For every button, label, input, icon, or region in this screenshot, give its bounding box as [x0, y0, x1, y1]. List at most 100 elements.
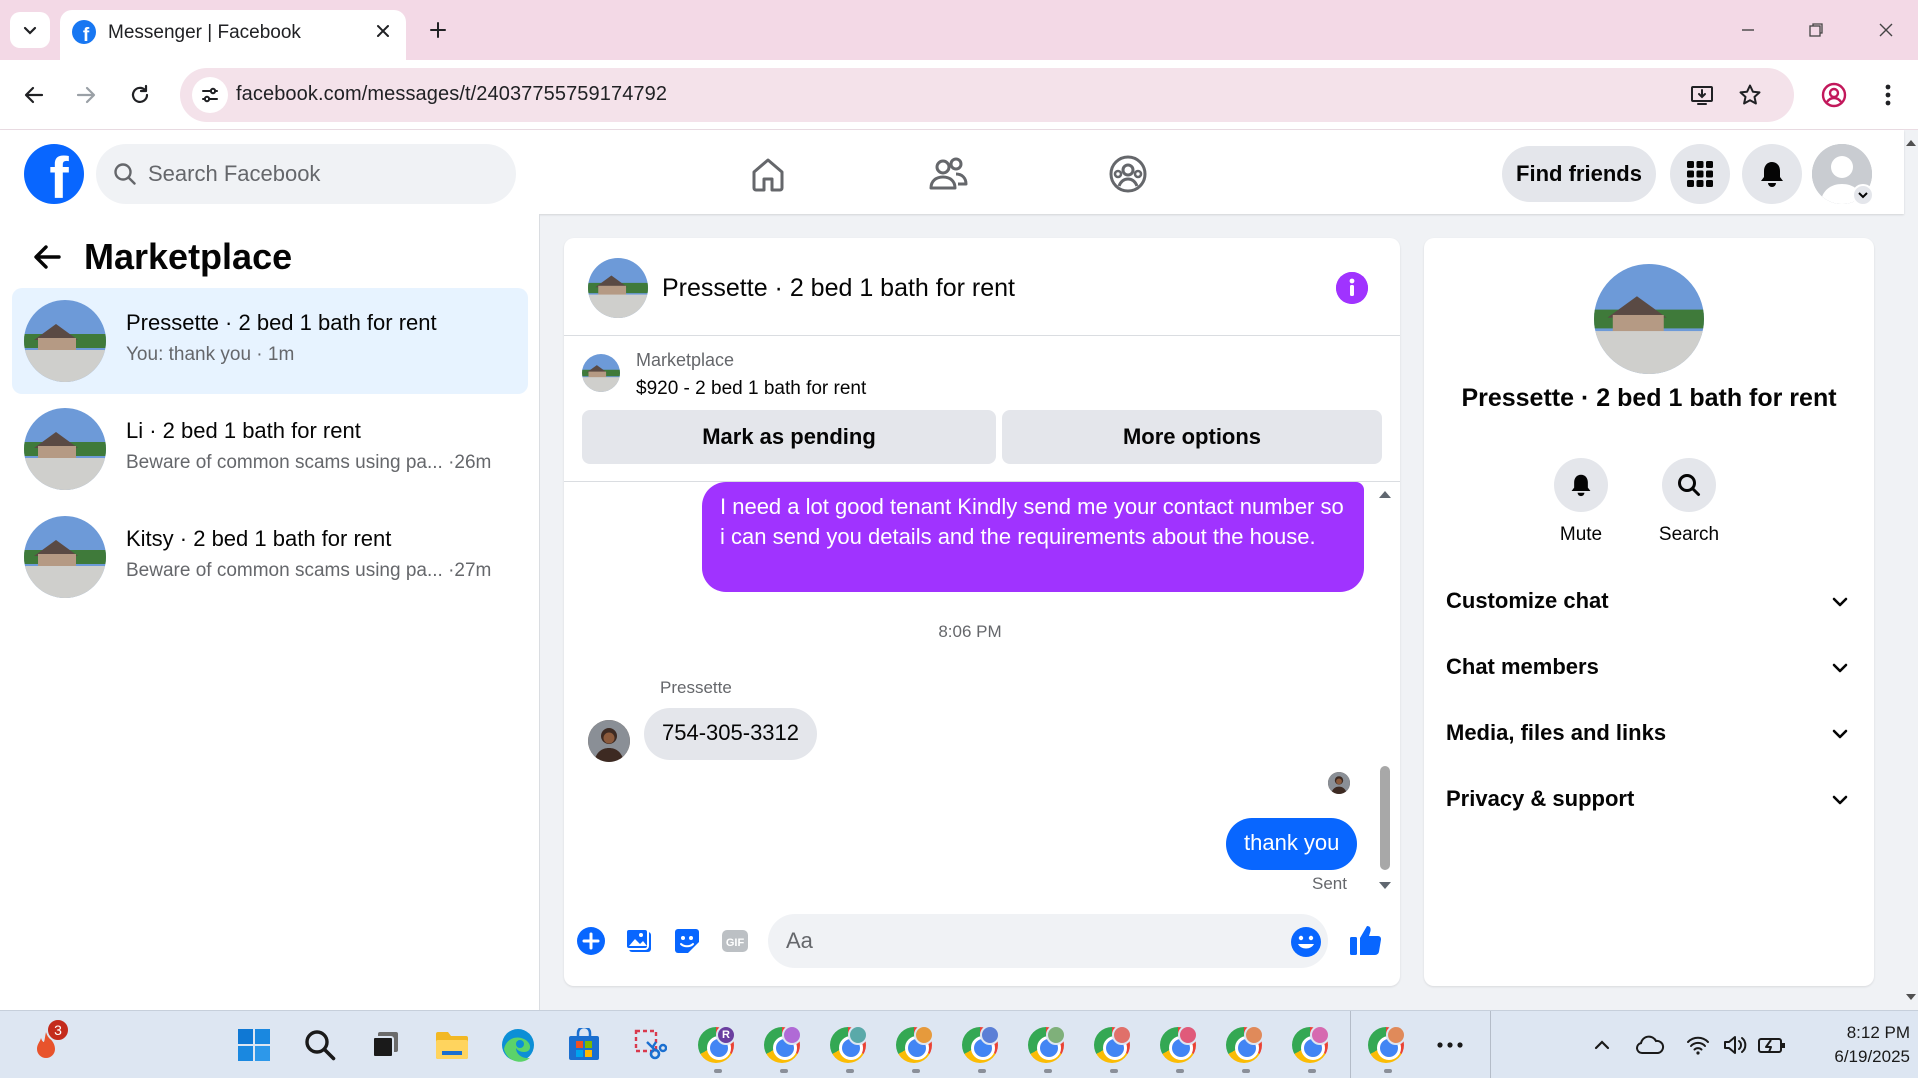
scroll-up-icon[interactable]: [1378, 488, 1392, 500]
page-scroll-up-icon[interactable]: [1904, 136, 1918, 150]
emoji-icon[interactable]: [1290, 926, 1322, 958]
minimize-button[interactable]: [1728, 12, 1768, 48]
onedrive-button[interactable]: [1628, 1023, 1672, 1067]
forward-button[interactable]: [68, 77, 104, 113]
battery-button[interactable]: [1750, 1023, 1794, 1067]
listing-title[interactable]: $920 - 2 bed 1 bath for rent: [636, 378, 866, 400]
chrome-profile-button[interactable]: [958, 1023, 1002, 1067]
attach-media-button[interactable]: [622, 924, 656, 958]
chrome-icon: [1160, 1025, 1198, 1063]
gif-button[interactable]: GIF: [718, 924, 752, 958]
chrome-profile-badge: [1386, 1025, 1406, 1045]
chrome-profile-button[interactable]: [826, 1023, 870, 1067]
customize-chat-row[interactable]: Customize chat: [1444, 574, 1854, 628]
thumbs-up-icon[interactable]: [1348, 922, 1384, 958]
search-action[interactable]: Search: [1644, 458, 1734, 546]
conversation-info-button[interactable]: [1336, 272, 1368, 304]
chrome-profile-button[interactable]: [1222, 1023, 1266, 1067]
scroll-down-icon[interactable]: [1378, 880, 1392, 892]
more-actions-button[interactable]: [574, 924, 608, 958]
profile-button[interactable]: [1816, 77, 1852, 113]
facebook-search[interactable]: [96, 144, 516, 204]
show-hidden-icons-button[interactable]: [1580, 1023, 1624, 1067]
listing-kicker: Marketplace: [636, 350, 735, 370]
find-friends-button[interactable]: Find friends: [1502, 146, 1656, 202]
outgoing-message[interactable]: thank you: [1226, 818, 1358, 870]
reload-button[interactable]: [122, 77, 158, 113]
browser-tab-active[interactable]: f Messenger | Facebook: [60, 10, 406, 60]
chat-header: Pressette · 2 bed 1 bath for rent: [564, 238, 1400, 336]
chrome-profile-button[interactable]: [892, 1023, 936, 1067]
chrome-icon: [1368, 1025, 1406, 1063]
install-app-button[interactable]: [1688, 81, 1716, 109]
wifi-icon: [1687, 1036, 1709, 1055]
system-clock[interactable]: 8:12 PM 6/19/2025: [1796, 1021, 1910, 1069]
tab-close-button[interactable]: [370, 18, 396, 44]
site-info-button[interactable]: [192, 77, 228, 113]
facebook-search-input[interactable]: [148, 144, 488, 204]
back-button[interactable]: [30, 240, 64, 274]
account-menu-caret[interactable]: [1852, 184, 1874, 206]
mute-label: Mute: [1559, 524, 1603, 545]
notifications-button[interactable]: [1742, 144, 1802, 204]
conversation-item[interactable]: Pressette · 2 bed 1 bath for rent You: t…: [12, 288, 528, 394]
facebook-logo[interactable]: f: [24, 144, 84, 204]
more-options-button[interactable]: More options: [1002, 410, 1382, 464]
taskbar-search-button[interactable]: [298, 1023, 342, 1067]
info-icon: [1336, 272, 1368, 304]
address-bar[interactable]: facebook.com/messages/t/2403775575917479…: [180, 68, 1794, 122]
chrome-profile-button[interactable]: [1288, 1023, 1332, 1067]
mute-action[interactable]: Mute: [1536, 458, 1626, 546]
nav-home[interactable]: [746, 152, 790, 196]
close-window-button[interactable]: [1866, 12, 1906, 48]
grid-menu-icon: [1687, 161, 1713, 187]
section-label: Media, files and links: [1446, 720, 1667, 745]
chrome-profile-button[interactable]: [1364, 1023, 1408, 1067]
sticker-button[interactable]: [670, 924, 704, 958]
tab-search-button[interactable]: [10, 12, 50, 48]
back-button[interactable]: [16, 77, 52, 113]
chat-title[interactable]: Pressette · 2 bed 1 bath for rent: [662, 274, 1015, 303]
chrome-profile-button[interactable]: R: [694, 1023, 738, 1067]
url-text[interactable]: facebook.com/messages/t/2403775575917479…: [236, 83, 667, 106]
nav-groups[interactable]: [1106, 152, 1150, 196]
privacy-support-row[interactable]: Privacy & support: [1444, 772, 1854, 826]
conversation-item[interactable]: Li · 2 bed 1 bath for rent Beware of com…: [12, 396, 528, 502]
restore-button[interactable]: [1796, 12, 1836, 48]
house-thumbnail[interactable]: [588, 258, 648, 318]
store-button[interactable]: [562, 1023, 606, 1067]
task-view-button[interactable]: [364, 1023, 408, 1067]
chrome-profile-button[interactable]: [1024, 1023, 1068, 1067]
mark-as-pending-button[interactable]: Mark as pending: [582, 410, 996, 464]
taskbar-separator: [1350, 1011, 1351, 1078]
nav-friends[interactable]: [926, 152, 970, 196]
start-button[interactable]: [232, 1023, 276, 1067]
chrome-profile-button[interactable]: [760, 1023, 804, 1067]
mute-button[interactable]: [1554, 458, 1608, 512]
chrome-profile-badge: R: [716, 1025, 736, 1045]
search-button[interactable]: [1662, 458, 1716, 512]
chrome-profile-button[interactable]: [1156, 1023, 1200, 1067]
page-scroll-down-icon[interactable]: [1904, 990, 1918, 1004]
conversation-item[interactable]: Kitsy · 2 bed 1 bath for rent Beware of …: [12, 504, 528, 610]
info-panel-title: Pressette · 2 bed 1 bath for rent: [1461, 384, 1837, 412]
house-thumbnail: [582, 354, 620, 392]
bookmark-button[interactable]: [1736, 81, 1764, 109]
conversation-title: Kitsy · 2 bed 1 bath for rent: [126, 526, 392, 551]
file-explorer-button[interactable]: [430, 1023, 474, 1067]
browser-menu-button[interactable]: [1870, 77, 1906, 113]
snipping-tool-button[interactable]: [628, 1023, 672, 1067]
outgoing-message[interactable]: I need a lot good tenant Kindly send me …: [702, 482, 1364, 592]
more-apps-button[interactable]: [1428, 1023, 1472, 1067]
incoming-message[interactable]: 754-305-3312: [644, 708, 818, 760]
message-input[interactable]: [768, 914, 1328, 968]
new-tab-button[interactable]: [422, 14, 454, 46]
edge-button[interactable]: [496, 1023, 540, 1067]
sender-avatar[interactable]: [588, 720, 630, 762]
chat-members-row[interactable]: Chat members: [1444, 640, 1854, 694]
chrome-profile-button[interactable]: [1090, 1023, 1134, 1067]
media-files-links-row[interactable]: Media, files and links: [1444, 706, 1854, 760]
menu-button[interactable]: [1670, 144, 1730, 204]
profile-icon: [1821, 82, 1847, 108]
message-scrollbar-thumb[interactable]: [1380, 766, 1390, 870]
